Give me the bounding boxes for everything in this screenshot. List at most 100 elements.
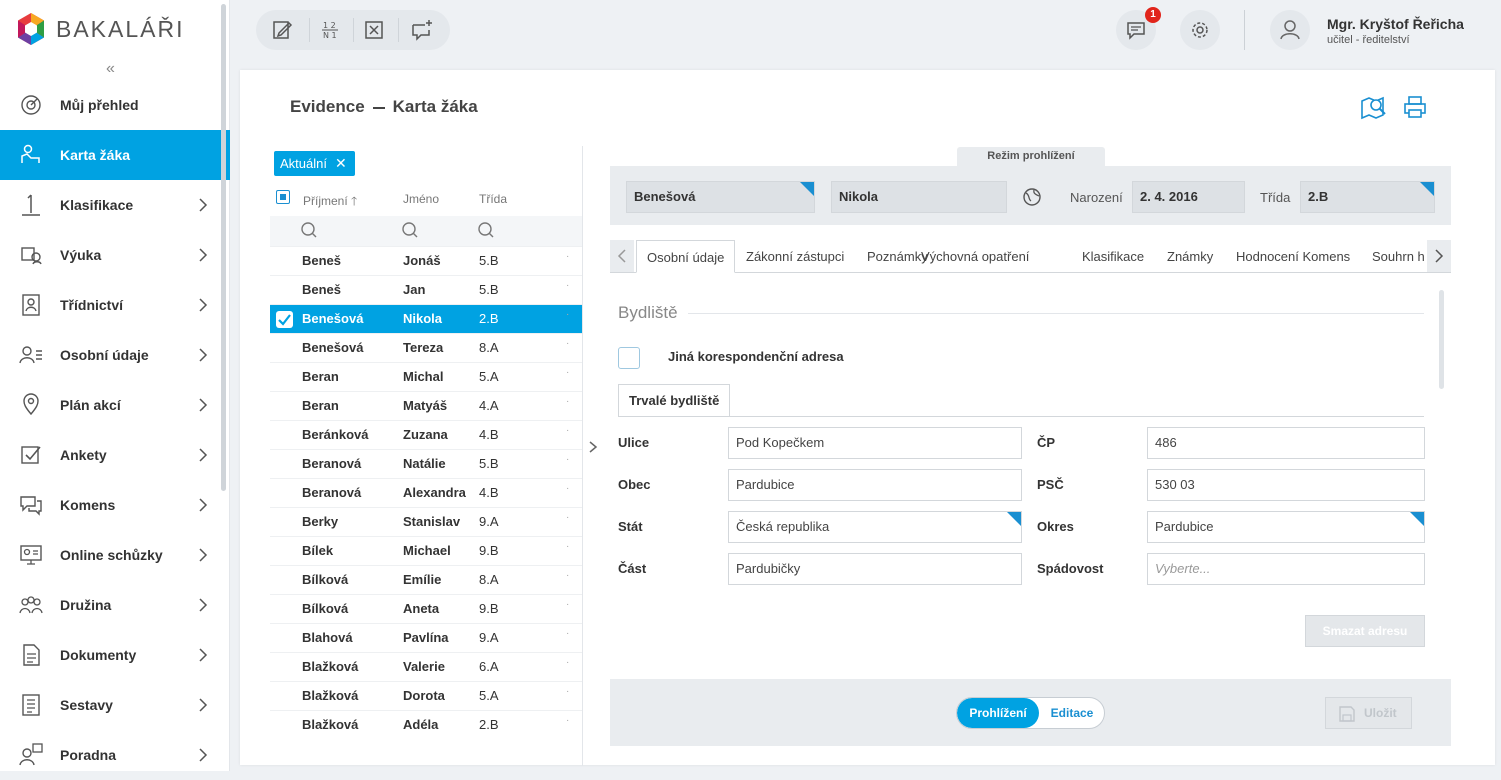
info-icon[interactable]	[1007, 512, 1021, 526]
row-menu-icon[interactable]: ·	[566, 570, 569, 581]
search-surname-icon[interactable]	[300, 221, 318, 239]
sidebar-item-karta-žáka[interactable]: Karta žáka	[0, 130, 230, 180]
table-row[interactable]: Beranová Natálie 5.B ·	[270, 449, 582, 478]
tab-klasifikace[interactable]: Klasifikace	[1082, 240, 1144, 273]
tab-permanent-address[interactable]: Trvalé bydliště	[618, 384, 731, 417]
row-checkbox[interactable]	[276, 311, 293, 328]
sidebar-item-družina[interactable]: Družina	[0, 580, 230, 630]
table-row[interactable]: Beran Michal 5.A ·	[270, 362, 582, 391]
expand-list-icon[interactable]	[587, 440, 599, 454]
street-field[interactable]: Pod Kopečkem	[728, 427, 1022, 459]
table-row[interactable]: Beran Matyáš 4.A ·	[270, 391, 582, 420]
globe-icon[interactable]	[1022, 187, 1042, 207]
city-field[interactable]: Pardubice	[728, 469, 1022, 501]
form-scrollbar[interactable]	[1439, 290, 1444, 389]
search-name-icon[interactable]	[401, 221, 419, 239]
row-menu-icon[interactable]: ·	[566, 657, 569, 668]
catchment-select[interactable]: Vyberte...	[1147, 553, 1425, 585]
sidebar-item-ankety[interactable]: Ankety	[0, 430, 230, 480]
row-menu-icon[interactable]: ·	[566, 483, 569, 494]
row-menu-icon[interactable]: ·	[566, 541, 569, 552]
tab-poznámky[interactable]: Poznámky	[867, 240, 928, 273]
delete-address-button[interactable]: Smazat adresu	[1305, 615, 1425, 647]
tab-souhrn-h[interactable]: Souhrn h	[1372, 240, 1427, 273]
zip-field[interactable]: 530 03	[1147, 469, 1425, 501]
avatar[interactable]	[1270, 10, 1310, 50]
sidebar-item-třídnictví[interactable]: Třídnictví	[0, 280, 230, 330]
row-menu-icon[interactable]: ·	[566, 599, 569, 610]
row-menu-icon[interactable]: ·	[566, 686, 569, 697]
table-row[interactable]: Benešová Nikola 2.B ·	[270, 304, 582, 333]
tab-známky[interactable]: Známky	[1167, 240, 1213, 273]
sidebar-scrollbar[interactable]	[221, 4, 226, 491]
collapse-sidebar-icon[interactable]: «	[106, 60, 115, 78]
user-name[interactable]: Mgr. Kryštof Řeřicha	[1327, 16, 1464, 32]
logo[interactable]: BAKALÁŘI	[16, 12, 185, 46]
row-menu-icon[interactable]: ·	[566, 396, 569, 407]
table-row[interactable]: Bílková Aneta 9.B ·	[270, 594, 582, 623]
sidebar-item-komens[interactable]: Komens	[0, 480, 230, 530]
close-box-icon[interactable]	[362, 18, 386, 42]
cp-field[interactable]: 486	[1147, 427, 1425, 459]
table-row[interactable]: Blažková Valerie 6.A ·	[270, 652, 582, 681]
row-menu-icon[interactable]: ·	[566, 251, 569, 262]
tab-hodnocení-komens[interactable]: Hodnocení Komens	[1236, 240, 1350, 273]
select-all-checkbox[interactable]	[276, 190, 290, 204]
info-icon[interactable]	[1420, 182, 1434, 196]
state-field[interactable]: Česká republika	[728, 511, 1022, 543]
table-row[interactable]: Blažková Adéla 2.B ·	[270, 710, 582, 739]
row-menu-icon[interactable]: ·	[566, 338, 569, 349]
sidebar-item-osobní-údaje[interactable]: Osobní údaje	[0, 330, 230, 380]
table-row[interactable]: Bílková Emílie 8.A ·	[270, 565, 582, 594]
table-row[interactable]: Beneš Jan 5.B ·	[270, 275, 582, 304]
table-row[interactable]: Benešová Tereza 8.A ·	[270, 333, 582, 362]
table-row[interactable]: Bílek Michael 9.B ·	[270, 536, 582, 565]
row-menu-icon[interactable]: ·	[566, 715, 569, 726]
district-field[interactable]: Pardubice	[1147, 511, 1425, 543]
col-name-header[interactable]: Jméno	[403, 192, 439, 206]
sidebar-item-sestavy[interactable]: Sestavy	[0, 680, 230, 730]
row-menu-icon[interactable]: ·	[566, 454, 569, 465]
row-menu-icon[interactable]: ·	[566, 628, 569, 639]
edit-mode-button[interactable]: Editace	[1039, 698, 1104, 728]
tab-výchovná-opatření[interactable]: Výchovná opatření	[921, 240, 1029, 273]
correspondence-address-checkbox[interactable]	[618, 347, 640, 369]
sidebar-item-poradna[interactable]: Poradna	[0, 730, 230, 780]
row-menu-icon[interactable]: ·	[566, 280, 569, 291]
correspondence-address-label[interactable]: Jiná korespondenční adresa	[668, 349, 844, 364]
table-row[interactable]: Beranová Alexandra 4.B ·	[270, 478, 582, 507]
row-menu-icon[interactable]: ·	[566, 512, 569, 523]
filter-tag[interactable]: Aktuální ✕	[274, 151, 355, 176]
tabs-prev-button[interactable]	[610, 240, 634, 272]
sidebar-item-plán-akcí[interactable]: Plán akcí	[0, 380, 230, 430]
map-search-icon[interactable]	[1360, 93, 1388, 121]
table-row[interactable]: Beneš Jonáš 5.B ·	[270, 246, 582, 275]
sidebar-item-můj-přehled[interactable]: Můj přehled	[0, 80, 230, 130]
col-class-header[interactable]: Třída	[479, 192, 507, 206]
row-menu-icon[interactable]: ·	[566, 367, 569, 378]
part-field[interactable]: Pardubičky	[728, 553, 1022, 585]
remove-filter-icon[interactable]: ✕	[335, 151, 347, 176]
row-menu-icon[interactable]: ·	[566, 425, 569, 436]
settings-button[interactable]	[1180, 10, 1220, 50]
save-button[interactable]: Uložit	[1325, 697, 1412, 729]
numbering-icon[interactable]: 1 2N 1	[318, 18, 342, 42]
sidebar-item-klasifikace[interactable]: Klasifikace	[0, 180, 230, 230]
col-surname-header[interactable]: Příjmení 🡑	[303, 192, 357, 213]
info-icon[interactable]	[800, 182, 814, 196]
tabs-next-button[interactable]	[1427, 240, 1451, 272]
table-row[interactable]: Blažková Dorota 5.A ·	[270, 681, 582, 710]
search-class-icon[interactable]	[477, 221, 495, 239]
sidebar-item-dokumenty[interactable]: Dokumenty	[0, 630, 230, 680]
table-row[interactable]: Berky Stanislav 9.A ·	[270, 507, 582, 536]
tab-osobní-údaje[interactable]: Osobní údaje	[636, 240, 736, 273]
sidebar-item-online-schůzky[interactable]: Online schůzky	[0, 530, 230, 580]
info-icon[interactable]	[1410, 512, 1424, 526]
tab-zákonní-zástupci[interactable]: Zákonní zástupci	[746, 240, 844, 273]
edit-note-icon[interactable]	[270, 18, 294, 42]
breadcrumb-section[interactable]: Evidence	[290, 97, 365, 116]
sidebar-item-výuka[interactable]: Výuka	[0, 230, 230, 280]
add-comment-icon[interactable]	[410, 18, 434, 42]
table-row[interactable]: Beránková Zuzana 4.B ·	[270, 420, 582, 449]
printer-icon[interactable]	[1402, 94, 1428, 120]
